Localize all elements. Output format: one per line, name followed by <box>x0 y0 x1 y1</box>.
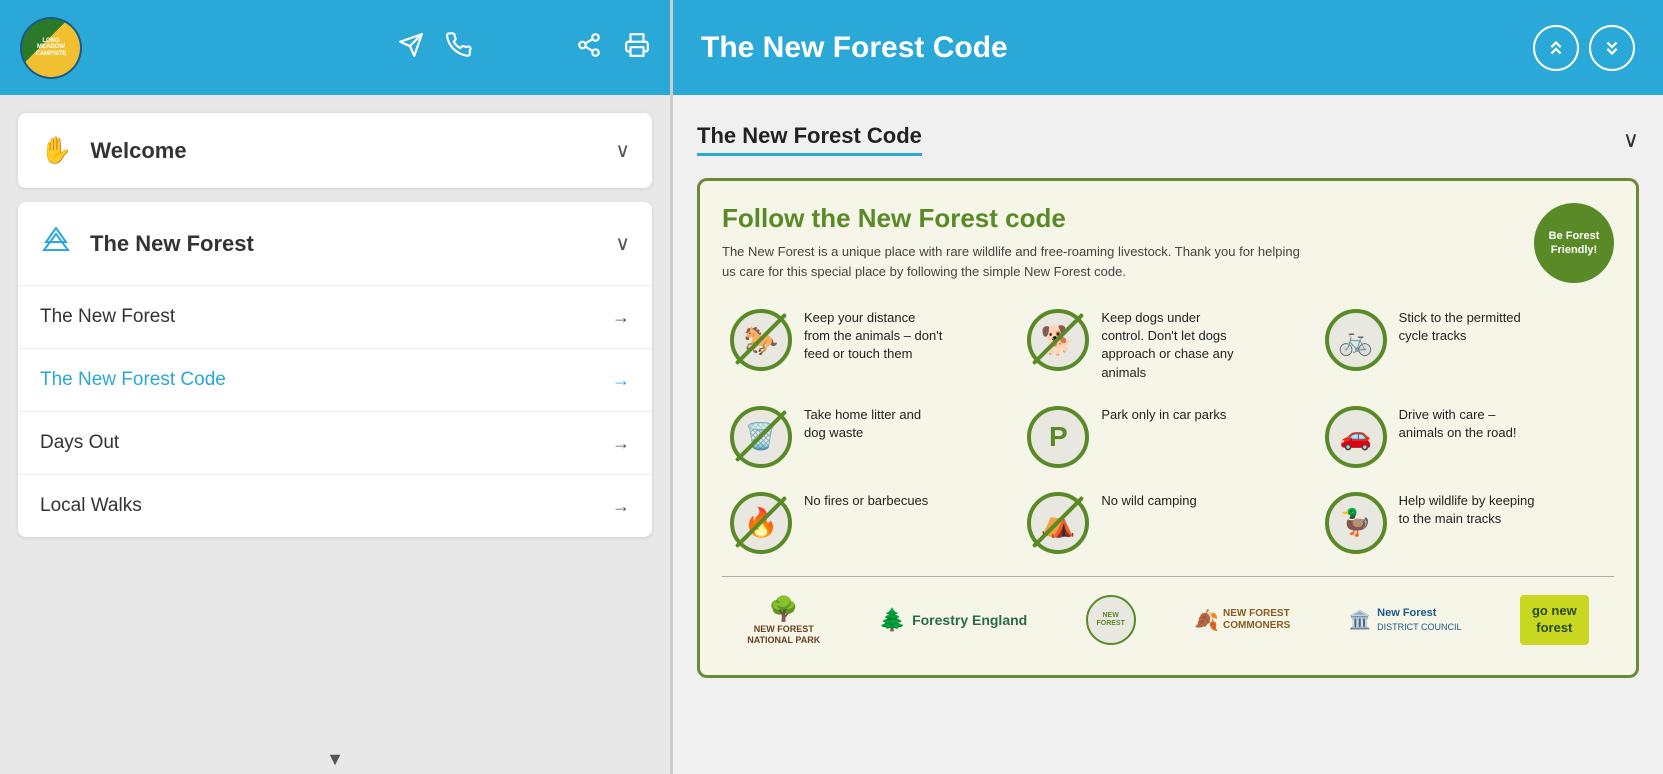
right-panel: The New Forest Code The New Forest Code … <box>670 0 1663 774</box>
rule-icon-dogs: 🐕 <box>1027 309 1089 371</box>
logos-row: 🌳 NEW FORESTNATIONAL PARK 🌲 Forestry Eng… <box>722 587 1614 654</box>
left-footer: ▼ <box>0 744 670 774</box>
print-icon[interactable] <box>624 32 650 64</box>
rule-item: 🐎 Keep your distance from the animals – … <box>722 297 1019 394</box>
logo-forestry-england: 🌲 Forestry England <box>879 607 1028 633</box>
forest-code-box: Follow the New Forest code The New Fores… <box>697 178 1639 678</box>
rule-icon-camping: ⛺ <box>1027 492 1089 554</box>
rule-text: No fires or barbecues <box>804 492 928 510</box>
be-forest-badge: Be Forest Friendly! <box>1534 203 1614 283</box>
rule-icon-cycle: 🚲 <box>1325 309 1387 371</box>
right-header-title: The New Forest Code <box>701 31 1533 65</box>
seal-circle-icon: NEW FOREST <box>1086 595 1136 645</box>
nav-item-forest-code[interactable]: The New Forest Code → <box>18 349 652 412</box>
logo-nfnp: 🌳 NEW FORESTNATIONAL PARK <box>747 595 820 646</box>
section-chevron[interactable]: ∨ <box>1623 127 1639 153</box>
section-title: The New Forest Code <box>697 123 922 156</box>
nav-item-label-active: The New Forest Code <box>40 369 226 391</box>
rule-icon-drive: 🚗 <box>1325 406 1387 468</box>
welcome-chevron: ∨ <box>615 138 630 163</box>
section-header: The New Forest Code ∨ <box>697 113 1639 164</box>
logo-nfdc: 🏛️ New ForestDISTRICT COUNCIL <box>1349 606 1462 635</box>
nav-section-new-forest: The New Forest ∨ The New Forest → The Ne… <box>18 202 652 537</box>
new-forest-header[interactable]: The New Forest ∨ <box>18 202 652 285</box>
rule-text: Park only in car parks <box>1101 406 1226 424</box>
rule-item: 🗑️ Take home litter and dog waste <box>722 394 1019 480</box>
scroll-down-arrow: ▼ <box>326 749 344 770</box>
logo-go-new-forest: go newforest <box>1520 595 1589 645</box>
rule-item: 🦆 Help wildlife by keeping to the main t… <box>1317 480 1614 566</box>
logo-nfc: 🍂 NEW FORESTCOMMONERS <box>1194 608 1290 633</box>
forest-code-title: Follow the New Forest code <box>722 203 1302 234</box>
rule-icon-fire: 🔥 <box>730 492 792 554</box>
rule-text: No wild camping <box>1101 492 1196 510</box>
rule-item: ⛺ No wild camping <box>1019 480 1316 566</box>
rule-item: 🔥 No fires or barbecues <box>722 480 1019 566</box>
nav-item-days-out[interactable]: Days Out → <box>18 412 652 475</box>
logo-image: LONGMEADOWCAMPSITE <box>22 19 80 77</box>
welcome-title: Welcome <box>90 138 597 164</box>
forest-code-desc: The New Forest is a unique place with ra… <box>722 242 1302 281</box>
nav-item-label: Local Walks <box>40 495 142 517</box>
logos-divider <box>722 576 1614 577</box>
send-icon[interactable] <box>398 32 424 64</box>
rule-text: Drive with care – animals on the road! <box>1399 406 1539 442</box>
rule-icon-animal-distance: 🐎 <box>730 309 792 371</box>
nav-item-arrow: → <box>612 496 630 517</box>
right-header: The New Forest Code <box>673 0 1663 95</box>
nav-section-welcome: ✋ Welcome ∨ <box>18 113 652 188</box>
nav-item-arrow: → <box>612 307 630 328</box>
left-nav-content: ✋ Welcome ∨ The New Forest ∨ The New Fo <box>0 95 670 744</box>
new-forest-chevron: ∨ <box>615 231 630 256</box>
rules-grid: 🐎 Keep your distance from the animals – … <box>722 297 1614 566</box>
welcome-icon: ✋ <box>40 135 72 166</box>
app-logo[interactable]: LONGMEADOWCAMPSITE <box>20 17 82 79</box>
nav-item-label: Days Out <box>40 432 119 454</box>
nav-item-local-walks[interactable]: Local Walks → <box>18 475 652 537</box>
nav-item-the-new-forest[interactable]: The New Forest → <box>18 286 652 349</box>
rule-icon-wildlife: 🦆 <box>1325 492 1387 554</box>
nav-item-label: The New Forest <box>40 306 175 328</box>
rule-text: Take home litter and dog waste <box>804 406 944 442</box>
forest-code-text: Follow the New Forest code The New Fores… <box>722 203 1302 281</box>
rule-icon-parking: P <box>1027 406 1089 468</box>
rule-item: 🚗 Drive with care – animals on the road! <box>1317 394 1614 480</box>
rule-text: Keep your distance from the animals – do… <box>804 309 944 364</box>
rule-text: Keep dogs under control. Don't let dogs … <box>1101 309 1241 382</box>
left-panel: LONGMEADOWCAMPSITE <box>0 0 670 774</box>
phone-icon[interactable] <box>446 32 472 64</box>
scroll-up-button[interactable] <box>1533 25 1579 71</box>
rule-icon-litter: 🗑️ <box>730 406 792 468</box>
rule-text: Stick to the permitted cycle tracks <box>1399 309 1539 345</box>
nav-item-arrow: → <box>612 433 630 454</box>
right-header-controls <box>1533 25 1635 71</box>
share-icon[interactable] <box>576 32 602 64</box>
scroll-down-button[interactable] <box>1589 25 1635 71</box>
forest-icon <box>40 224 72 263</box>
right-content: The New Forest Code ∨ Follow the New For… <box>673 95 1663 774</box>
forest-code-header: Follow the New Forest code The New Fores… <box>722 203 1614 283</box>
new-forest-items: The New Forest → The New Forest Code → D… <box>18 285 652 537</box>
left-header: LONGMEADOWCAMPSITE <box>0 0 670 95</box>
logo-nf-seal: NEW FOREST <box>1086 595 1136 645</box>
new-forest-title: The New Forest <box>90 231 597 257</box>
rule-text: Help wildlife by keeping to the main tra… <box>1399 492 1539 528</box>
rule-item: P Park only in car parks <box>1019 394 1316 480</box>
nav-item-arrow-active: → <box>612 370 630 391</box>
rule-item: 🐕 Keep dogs under control. Don't let dog… <box>1019 297 1316 394</box>
header-icons <box>398 32 650 64</box>
rule-item: 🚲 Stick to the permitted cycle tracks <box>1317 297 1614 394</box>
welcome-header[interactable]: ✋ Welcome ∨ <box>18 113 652 188</box>
